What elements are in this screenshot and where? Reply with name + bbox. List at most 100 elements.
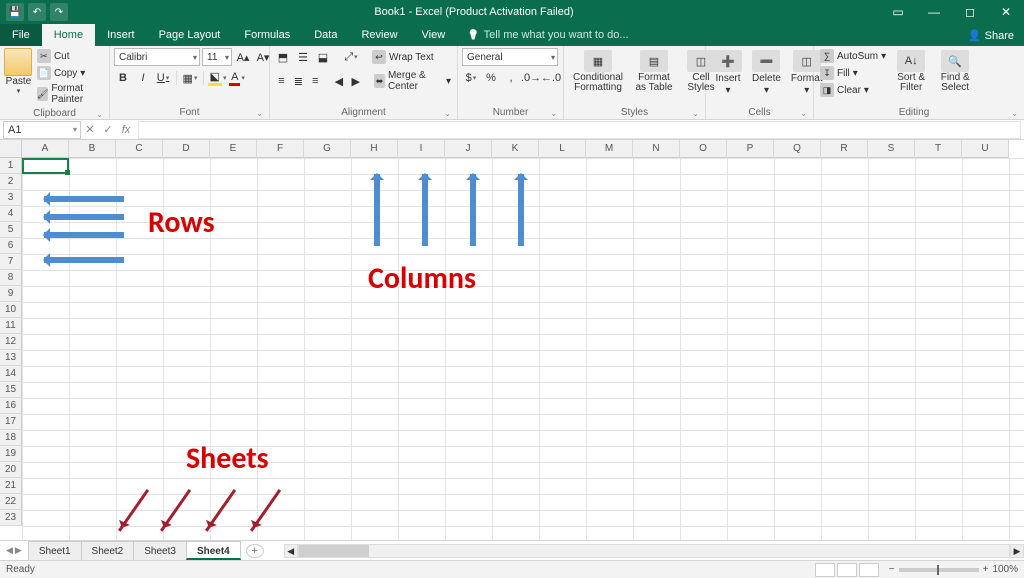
conditional-formatting-button[interactable]: ▦Conditional Formatting — [568, 48, 628, 95]
italic-button[interactable]: I — [134, 69, 152, 87]
number-format-combo[interactable]: General — [462, 48, 558, 66]
column-header[interactable]: N — [633, 140, 680, 158]
new-sheet-button[interactable]: + — [246, 544, 264, 558]
accounting-format-icon[interactable]: $ — [462, 69, 480, 87]
column-header[interactable]: U — [962, 140, 1009, 158]
bold-button[interactable]: B — [114, 69, 132, 87]
align-middle-icon[interactable]: ☰ — [294, 48, 312, 66]
tab-data[interactable]: Data — [302, 24, 349, 46]
row-header[interactable]: 21 — [0, 478, 22, 494]
page-layout-view-icon[interactable] — [837, 563, 857, 577]
column-header[interactable]: J — [445, 140, 492, 158]
row-header[interactable]: 1 — [0, 158, 22, 174]
active-cell[interactable] — [22, 158, 69, 174]
ribbon-options-icon[interactable]: ▭ — [880, 0, 916, 24]
column-header[interactable]: I — [398, 140, 445, 158]
column-header[interactable]: E — [210, 140, 257, 158]
column-header[interactable]: Q — [774, 140, 821, 158]
formula-input[interactable] — [138, 121, 1021, 139]
column-header[interactable]: B — [69, 140, 116, 158]
column-header[interactable]: K — [492, 140, 539, 158]
cut-button[interactable]: ✂Cut — [35, 48, 105, 64]
align-top-icon[interactable]: ⬒ — [274, 48, 292, 66]
close-icon[interactable]: ✕ — [988, 0, 1024, 24]
column-header[interactable]: O — [680, 140, 727, 158]
tab-formulas[interactable]: Formulas — [232, 24, 302, 46]
row-header[interactable]: 3 — [0, 190, 22, 206]
increase-indent-icon[interactable]: ▶ — [348, 72, 363, 90]
format-as-table-button[interactable]: ▤Format as Table — [630, 48, 678, 95]
name-box[interactable]: A1 — [3, 121, 81, 139]
row-header[interactable]: 4 — [0, 206, 22, 222]
zoom-control[interactable]: −+ 100% — [889, 564, 1018, 575]
tab-review[interactable]: Review — [349, 24, 409, 46]
sheet-tab[interactable]: Sheet4 — [186, 541, 241, 560]
row-header[interactable]: 9 — [0, 286, 22, 302]
save-icon[interactable]: 💾 — [6, 3, 24, 21]
cancel-formula-icon[interactable]: ✕ — [81, 121, 99, 139]
column-header[interactable]: R — [821, 140, 868, 158]
decrease-indent-icon[interactable]: ◀ — [331, 72, 346, 90]
font-name-combo[interactable]: Calibri — [114, 48, 200, 66]
tab-page-layout[interactable]: Page Layout — [147, 24, 233, 46]
clear-button[interactable]: ◨Clear ▾ — [818, 82, 888, 98]
tab-file[interactable]: File — [0, 24, 42, 46]
row-header[interactable]: 15 — [0, 382, 22, 398]
insert-cells-button[interactable]: ➕Insert▾ — [710, 48, 746, 98]
select-all-button[interactable] — [0, 140, 22, 158]
tab-view[interactable]: View — [410, 24, 458, 46]
delete-cells-button[interactable]: ➖Delete▾ — [748, 48, 785, 98]
column-header[interactable]: C — [116, 140, 163, 158]
column-header[interactable]: G — [304, 140, 351, 158]
enter-formula-icon[interactable]: ✓ — [99, 121, 117, 139]
row-header[interactable]: 10 — [0, 302, 22, 318]
sheet-tab[interactable]: Sheet2 — [81, 541, 135, 560]
column-header[interactable]: D — [163, 140, 210, 158]
font-color-button[interactable]: A — [228, 69, 246, 87]
tell-me-search[interactable]: Tell me what you want to do... — [457, 29, 628, 41]
autosum-button[interactable]: ∑AutoSum ▾ — [818, 48, 888, 64]
row-header[interactable]: 22 — [0, 494, 22, 510]
row-header[interactable]: 11 — [0, 318, 22, 334]
column-header[interactable]: T — [915, 140, 962, 158]
undo-icon[interactable]: ↶ — [28, 3, 46, 21]
orientation-icon[interactable]: ⤢ — [342, 48, 360, 66]
sheet-tab[interactable]: Sheet1 — [28, 541, 82, 560]
tab-home[interactable]: Home — [42, 24, 95, 46]
align-left-icon[interactable]: ≡ — [274, 72, 289, 90]
row-header[interactable]: 12 — [0, 334, 22, 350]
row-header[interactable]: 23 — [0, 510, 22, 526]
row-header[interactable]: 7 — [0, 254, 22, 270]
column-header[interactable]: L — [539, 140, 586, 158]
column-header[interactable]: A — [22, 140, 69, 158]
sheet-tab[interactable]: Sheet3 — [133, 541, 187, 560]
fx-icon[interactable]: fx — [117, 121, 135, 139]
row-header[interactable]: 18 — [0, 430, 22, 446]
page-break-view-icon[interactable] — [859, 563, 879, 577]
row-header[interactable]: 13 — [0, 350, 22, 366]
column-header[interactable]: P — [727, 140, 774, 158]
comma-format-icon[interactable]: , — [502, 69, 520, 87]
normal-view-icon[interactable] — [815, 563, 835, 577]
tab-insert[interactable]: Insert — [95, 24, 147, 46]
row-header[interactable]: 2 — [0, 174, 22, 190]
border-button[interactable]: ▦ — [181, 69, 199, 87]
merge-center-button[interactable]: ⬌Merge & Center ▾ — [372, 69, 453, 93]
find-select-button[interactable]: 🔍Find & Select — [934, 48, 976, 95]
percent-format-icon[interactable]: % — [482, 69, 500, 87]
format-painter-button[interactable]: 🖌Format Painter — [35, 82, 105, 106]
share-button[interactable]: 👤 Share — [958, 29, 1024, 42]
align-center-icon[interactable]: ≣ — [291, 72, 306, 90]
column-header[interactable]: M — [586, 140, 633, 158]
wrap-text-button[interactable]: ↩Wrap Text — [370, 49, 436, 65]
font-size-combo[interactable]: 11 — [202, 48, 232, 66]
decrease-decimal-icon[interactable]: ←.0 — [542, 69, 560, 87]
increase-decimal-icon[interactable]: .0→ — [522, 69, 540, 87]
paste-button[interactable]: Paste ▾ — [4, 48, 33, 95]
horizontal-scrollbar[interactable]: ◀▶ — [284, 544, 1024, 558]
align-bottom-icon[interactable]: ⬓ — [314, 48, 332, 66]
copy-button[interactable]: 📄Copy ▾ — [35, 65, 105, 81]
column-header[interactable]: F — [257, 140, 304, 158]
align-right-icon[interactable]: ≡ — [308, 72, 323, 90]
row-header[interactable]: 6 — [0, 238, 22, 254]
